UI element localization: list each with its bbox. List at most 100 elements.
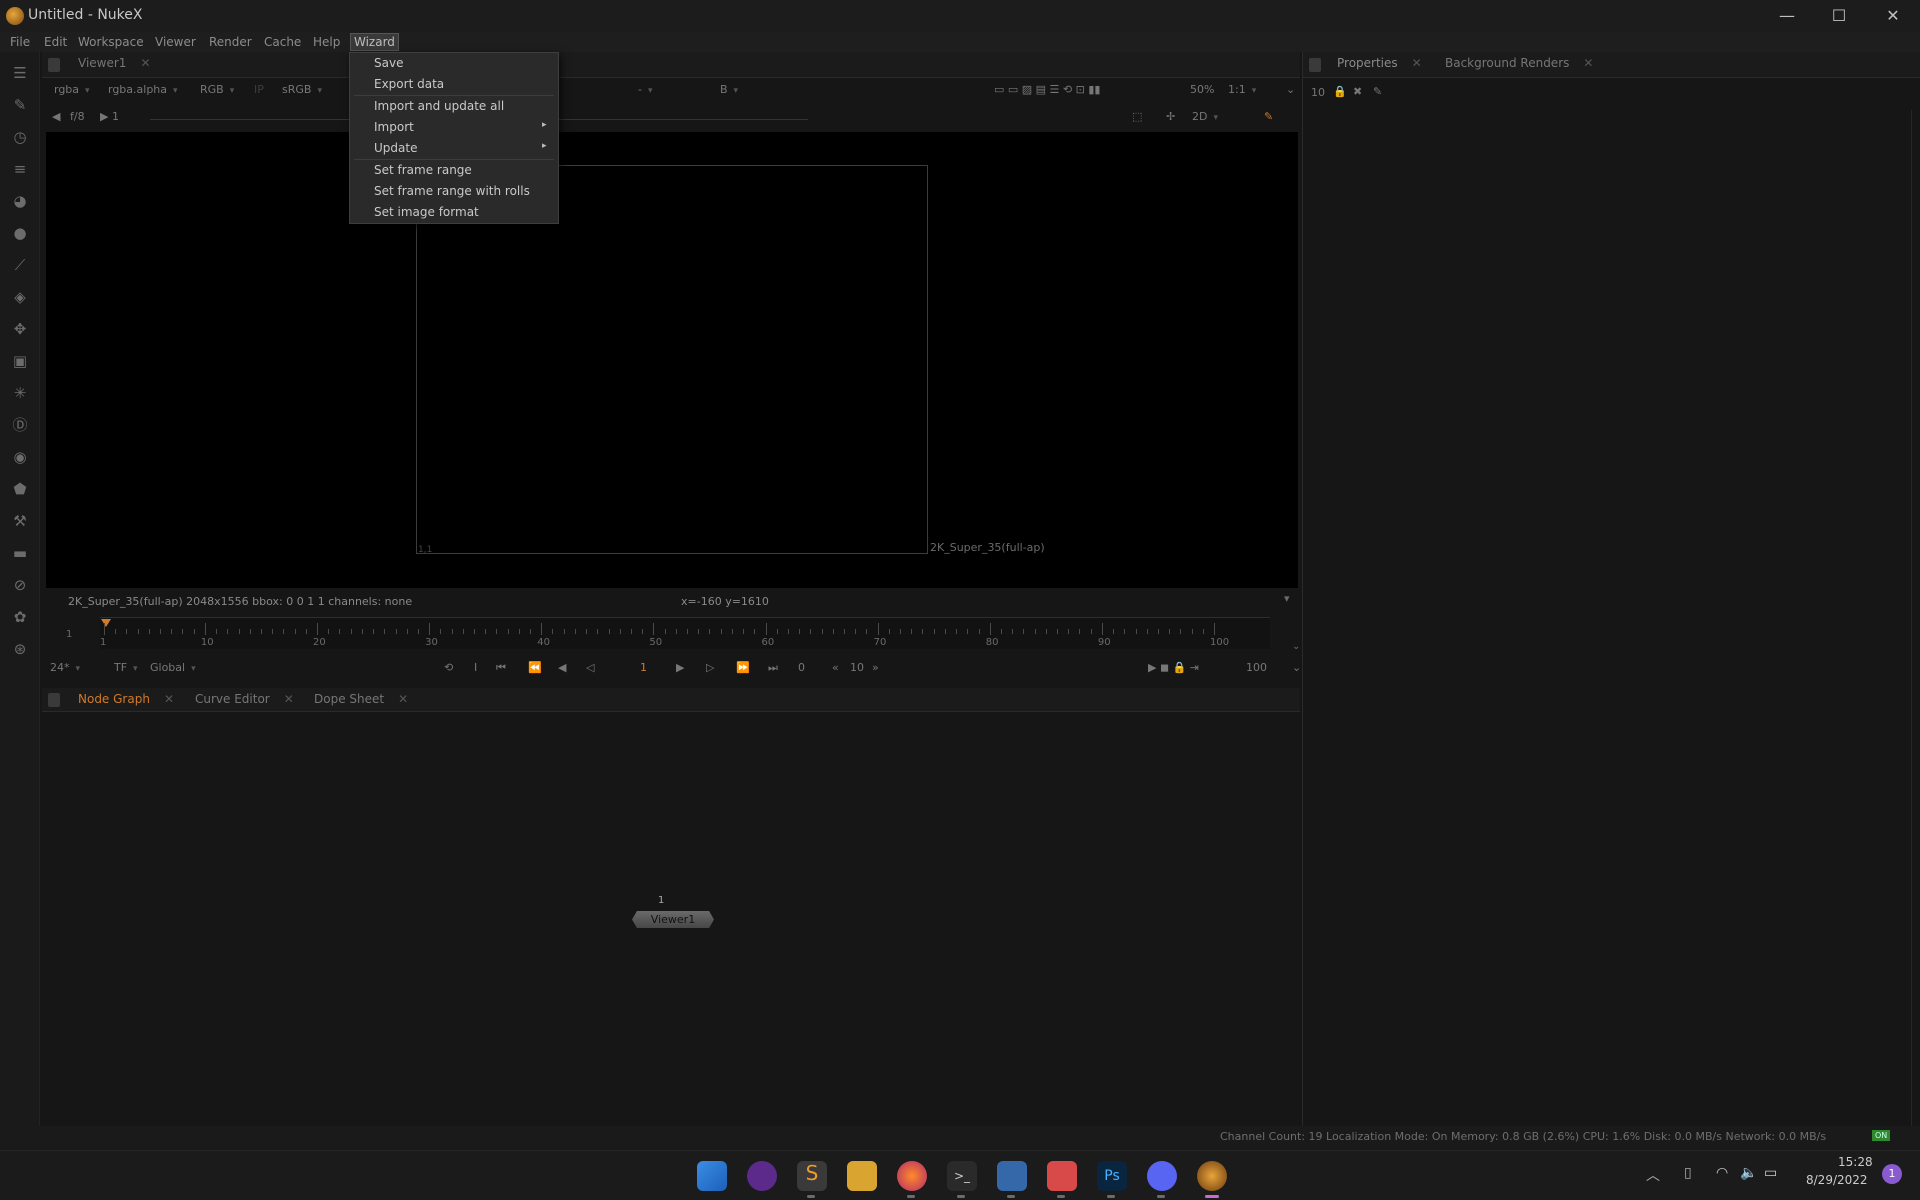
fstop-value[interactable]: f/8 <box>70 110 85 126</box>
lock-icon[interactable]: 🔒 <box>1333 85 1347 101</box>
menu-render[interactable]: Render <box>209 35 252 49</box>
alpha-dropdown[interactable]: rgba.alpha <box>108 83 178 99</box>
close-button[interactable]: ✕ <box>1866 0 1920 32</box>
end-frame-field[interactable]: 100 <box>1246 661 1267 677</box>
tray-chevron-icon[interactable]: ︿ <box>1646 1165 1660 1185</box>
out-point-field[interactable]: 0 <box>798 661 805 677</box>
prev-frame-icon[interactable]: ◀ <box>558 661 566 677</box>
colorspace-dropdown[interactable]: sRGB <box>282 83 322 99</box>
current-frame-field[interactable]: 1 <box>640 661 647 677</box>
image-tools-icon[interactable]: ✎ <box>8 94 32 116</box>
view-mode-dropdown[interactable]: 2D <box>1192 110 1218 126</box>
tab-curve-editor[interactable]: Curve Editor ✕ <box>195 692 294 706</box>
nuke-taskbar-icon[interactable] <box>1197 1161 1227 1191</box>
prev-keyframe-icon[interactable]: ⏪ <box>528 661 542 677</box>
battery-icon[interactable]: ▭ <box>1764 1165 1777 1181</box>
particles-tools-icon[interactable]: ✳ <box>8 382 32 404</box>
close-tab-icon[interactable]: ✕ <box>164 692 174 706</box>
flipbook-icons[interactable]: ▶ ◼ 🔒 ⇥ <box>1148 661 1199 677</box>
goto-start-icon[interactable]: ⏮ <box>496 661 506 677</box>
video-editor-icon[interactable] <box>1047 1161 1077 1191</box>
merge-tools-icon[interactable]: ◈ <box>8 286 32 308</box>
tab-properties[interactable]: Properties ✕ <box>1337 56 1422 70</box>
roi-icon[interactable]: ⬚ <box>1132 110 1142 126</box>
tab-background-renders[interactable]: Background Renders ✕ <box>1445 56 1593 70</box>
skip-back-icon[interactable]: « <box>832 661 839 677</box>
tab-dope-sheet[interactable]: Dope Sheet ✕ <box>314 692 408 706</box>
menu-cache[interactable]: Cache <box>264 35 301 49</box>
clock-time[interactable]: 15:28 <box>1838 1155 1873 1169</box>
toolbar-toggle-icon[interactable]: ☰ <box>8 62 32 84</box>
keyer-tools-icon[interactable]: ⟋ <box>8 254 32 276</box>
menu-viewer[interactable]: Viewer <box>155 35 196 49</box>
metadata-tools-icon[interactable]: ⬟ <box>8 478 32 500</box>
edit-icon[interactable]: ✎ <box>1373 85 1382 101</box>
zoom-dropdown[interactable]: 50% <box>1190 83 1214 99</box>
views-tools-icon[interactable]: ◉ <box>8 446 32 468</box>
in-point-icon[interactable]: I <box>474 661 477 677</box>
menu-item-import[interactable]: Import ▸ <box>374 120 547 134</box>
clock-date[interactable]: 8/29/2022 <box>1806 1173 1868 1187</box>
plugins-tools-icon[interactable]: ✿ <box>8 606 32 628</box>
increment-field[interactable]: 10 <box>850 661 864 677</box>
channel-tools-icon[interactable]: ≡ <box>8 158 32 180</box>
close-tab-icon[interactable]: ✕ <box>398 692 408 706</box>
info-expand-icon[interactable]: ▾ <box>1284 592 1290 605</box>
play-forward-icon[interactable]: ▶ <box>676 661 684 677</box>
menu-edit[interactable]: Edit <box>44 35 67 49</box>
bottom-panel-menu-icon[interactable] <box>48 693 60 707</box>
menu-item-set-frame-range-rolls[interactable]: Set frame range with rolls <box>374 184 530 198</box>
viewer-node[interactable]: Viewer1 <box>632 911 714 928</box>
menu-file[interactable]: File <box>10 35 30 49</box>
start-icon[interactable] <box>697 1161 727 1191</box>
goto-end-icon[interactable]: ⏭ <box>768 661 778 677</box>
close-tab-icon[interactable]: ✕ <box>284 692 294 706</box>
menu-item-import-update-all[interactable]: Import and update all <box>374 99 504 113</box>
close-tab-icon[interactable]: ✕ <box>1583 56 1593 70</box>
loop-mode-icon[interactable]: ⟲ <box>444 661 453 677</box>
panel-menu-icon[interactable] <box>48 58 60 72</box>
menu-workspace[interactable]: Workspace <box>78 35 144 49</box>
max-panels-field[interactable]: 10 <box>1311 86 1325 102</box>
timeline-expand-icon[interactable]: ⌄ <box>1292 641 1300 652</box>
terminal-icon[interactable]: >_ <box>947 1161 977 1191</box>
menu-item-export-data[interactable]: Export data <box>374 77 444 91</box>
3d-tools-icon[interactable]: ▣ <box>8 350 32 372</box>
explorer-icon[interactable] <box>847 1161 877 1191</box>
discord-icon[interactable] <box>1147 1161 1177 1191</box>
menu-item-set-image-format[interactable]: Set image format <box>374 205 479 219</box>
maximize-button[interactable]: ☐ <box>1812 0 1866 32</box>
viewer-buttons-icons[interactable]: ▭ ▭ ▨ ▤ ☰ ⟲ ⊡ ▮▮ <box>994 83 1100 99</box>
ratio-dropdown[interactable]: 1:1 <box>1228 83 1256 99</box>
color-picker-icon[interactable]: ✎ <box>1264 110 1273 126</box>
close-tab-icon[interactable]: ✕ <box>140 56 150 70</box>
menu-wizard[interactable]: Wizard <box>350 33 399 51</box>
menu-item-update[interactable]: Update ▸ <box>374 141 547 155</box>
tab-node-graph[interactable]: Node Graph ✕ <box>78 692 174 706</box>
firefox-icon[interactable] <box>897 1161 927 1191</box>
toolsets-icon[interactable]: ⚒ <box>8 510 32 532</box>
cara-tools-icon[interactable]: ⊛ <box>8 638 32 660</box>
volume-icon[interactable]: 🔈 <box>1740 1165 1757 1181</box>
next-keyframe-icon[interactable]: ⏩ <box>736 661 750 677</box>
display-channels-dropdown[interactable]: RGB <box>200 83 234 99</box>
time-tools-icon[interactable]: ◷ <box>8 126 32 148</box>
color-tools-icon[interactable]: ◕ <box>8 190 32 212</box>
photoshop-icon[interactable]: Ps <box>1097 1161 1127 1191</box>
close-tab-icon[interactable]: ✕ <box>1412 56 1422 70</box>
minimize-button[interactable]: — <box>1760 0 1814 32</box>
sublime-icon[interactable]: S <box>797 1161 827 1191</box>
usb-icon[interactable]: ▯ <box>1684 1165 1692 1181</box>
tab-viewer1[interactable]: Viewer1 ✕ <box>78 56 151 70</box>
fstop-next-icon[interactable]: ▶ <box>100 110 108 126</box>
github-icon[interactable] <box>747 1161 777 1191</box>
deep-tools-icon[interactable]: Ⓓ <box>8 414 32 436</box>
fps-dropdown[interactable]: 24* <box>50 661 80 677</box>
a-input-dropdown[interactable]: - <box>638 83 653 99</box>
next-frame-icon[interactable]: ▷ <box>706 661 714 677</box>
expand-icon[interactable]: ⌄ <box>1286 83 1295 99</box>
menu-item-save[interactable]: Save <box>374 56 403 70</box>
props-panel-menu-icon[interactable] <box>1309 58 1321 72</box>
other-tools-icon[interactable]: ▬ <box>8 542 32 564</box>
filter-tools-icon[interactable]: ● <box>8 222 32 244</box>
